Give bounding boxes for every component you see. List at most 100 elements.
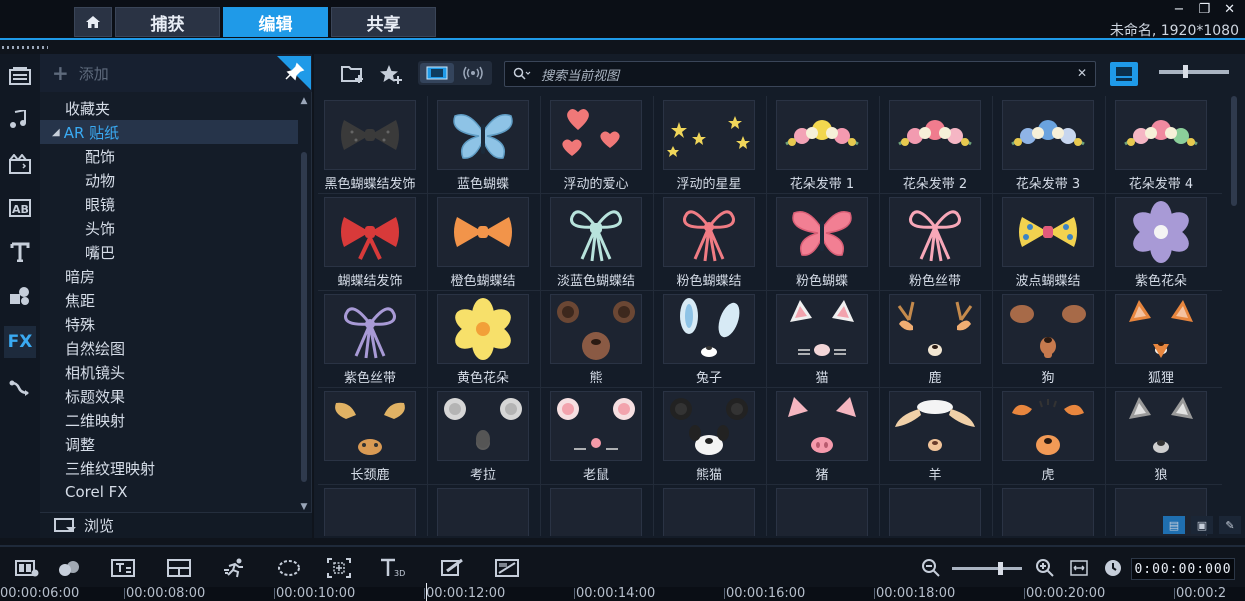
library-item[interactable]: 虎 [996, 387, 1109, 484]
playhead[interactable] [426, 583, 427, 601]
library-item[interactable]: 花朵发带 3 [996, 96, 1109, 193]
library-item[interactable]: 波点蝴蝶结 [996, 193, 1109, 290]
transition-button[interactable]: AB [4, 192, 36, 224]
library-item[interactable] [883, 484, 996, 536]
multicam-button[interactable] [56, 557, 82, 579]
library-item[interactable]: 橙色蝴蝶结 [431, 193, 544, 290]
category-item[interactable]: 头饰 [40, 216, 298, 240]
library-item[interactable]: 狐狸 [1109, 290, 1222, 387]
library-item[interactable]: 老鼠 [544, 387, 657, 484]
browse-button[interactable]: 浏览 [40, 512, 312, 538]
graphics-button[interactable] [4, 280, 36, 312]
category-item[interactable]: 动物 [40, 168, 298, 192]
scroll-down-icon[interactable]: ▼ [299, 502, 309, 512]
library-item[interactable] [431, 484, 544, 536]
pin-icon[interactable] [277, 56, 311, 90]
display-list-icon[interactable]: ▣ [1191, 516, 1213, 534]
title-editor-button[interactable] [110, 557, 136, 579]
library-scrollbar[interactable] [1230, 96, 1238, 536]
library-item[interactable]: 猪 [770, 387, 883, 484]
category-item[interactable]: 特殊 [40, 312, 298, 336]
slider-knob[interactable] [998, 562, 1003, 575]
scroll-up-icon[interactable]: ▲ [299, 96, 309, 106]
split-screen-button[interactable] [166, 557, 192, 579]
thumbnail-size-slider[interactable] [1159, 65, 1229, 78]
title-button[interactable] [4, 236, 36, 268]
minimize-button[interactable]: − [1174, 2, 1185, 17]
zoom-out-button[interactable] [920, 557, 942, 579]
display-clips-icon[interactable]: ▤ [1163, 516, 1185, 534]
category-item[interactable]: 嘴巴 [40, 240, 298, 264]
timeline-zoom-slider[interactable] [952, 562, 1022, 575]
library-item[interactable] [996, 484, 1109, 536]
library-item[interactable]: 狼 [1109, 387, 1222, 484]
library-item[interactable]: 熊猫 [657, 387, 770, 484]
home-button[interactable] [74, 7, 112, 37]
drag-handle[interactable] [2, 46, 48, 49]
video-filter-toggle[interactable] [420, 63, 454, 83]
category-item[interactable]: 标题效果 [40, 384, 298, 408]
audio-filter-toggle[interactable] [456, 63, 490, 83]
library-item[interactable]: 紫色丝带 [318, 290, 431, 387]
library-item[interactable] [318, 484, 431, 536]
mask-creator-button[interactable] [276, 557, 302, 579]
category-item[interactable]: 调整 [40, 432, 298, 456]
library-item[interactable]: 熊 [544, 290, 657, 387]
category-item[interactable]: ◢ AR 贴纸 [40, 120, 298, 144]
filter-button[interactable]: FX [4, 326, 36, 358]
tab-edit[interactable]: 编辑 [223, 7, 328, 37]
library-item[interactable]: 粉色蝴蝶结 [657, 193, 770, 290]
library-item[interactable]: 花朵发带 2 [883, 96, 996, 193]
project-duration-button[interactable] [1102, 557, 1124, 579]
zoom-in-button[interactable] [1034, 557, 1056, 579]
close-button[interactable]: ✕ [1224, 2, 1235, 17]
library-item[interactable]: 狗 [996, 290, 1109, 387]
library-item[interactable]: 羊 [883, 387, 996, 484]
pan-zoom-button[interactable] [326, 557, 352, 579]
timecode-display[interactable]: 0:00:00:000 [1131, 558, 1235, 580]
fit-timeline-button[interactable] [1068, 557, 1090, 579]
paint-designer-button[interactable] [440, 557, 466, 579]
path-button[interactable] [4, 372, 36, 404]
library-item[interactable]: 黑色蝴蝶结发饰 [318, 96, 431, 193]
tab-capture[interactable]: 捕获 [115, 7, 220, 37]
library-item[interactable]: 黄色花朵 [431, 290, 544, 387]
new-folder-button[interactable] [340, 61, 366, 87]
motion-tracking-button[interactable] [222, 557, 248, 579]
category-item[interactable]: 三维纹理映射 [40, 456, 298, 480]
edit-icon[interactable]: ✎ [1219, 516, 1241, 534]
category-item[interactable]: 相机镜头 [40, 360, 298, 384]
category-scrollbar[interactable]: ▲ ▼ [299, 96, 309, 512]
category-item[interactable]: 配饰 [40, 144, 298, 168]
category-item[interactable]: 焦距 [40, 288, 298, 312]
3d-title-button[interactable]: 3D [380, 557, 408, 579]
library-item[interactable]: 长颈鹿 [318, 387, 431, 484]
category-item[interactable]: 暗房 [40, 264, 298, 288]
library-item[interactable] [770, 484, 883, 536]
clear-search-icon[interactable]: ✕ [1077, 66, 1087, 80]
media-button[interactable] [4, 60, 36, 92]
scroll-thumb[interactable] [301, 152, 307, 482]
category-item[interactable]: 二维映射 [40, 408, 298, 432]
library-item[interactable]: 紫色花朵 [1109, 193, 1222, 290]
category-item[interactable]: 自然绘图 [40, 336, 298, 360]
library-item[interactable]: 浮动的星星 [657, 96, 770, 193]
add-category-button[interactable]: + 添加 [40, 54, 312, 92]
library-item[interactable]: 粉色蝴蝶 [770, 193, 883, 290]
slider-knob[interactable] [1183, 65, 1188, 78]
category-item[interactable]: Corel FX [40, 480, 298, 504]
category-item[interactable]: 收藏夹 [40, 96, 298, 120]
subtitle-button[interactable] [494, 557, 520, 579]
scroll-thumb[interactable] [1231, 96, 1237, 206]
expand-arrow-icon[interactable]: ◢ [52, 127, 60, 138]
maximize-button[interactable]: ❐ [1198, 2, 1210, 17]
tab-share[interactable]: 共享 [331, 7, 436, 37]
timeline-ruler[interactable]: 00:00:06:00 00:00:08:00 00:00:10:00 00:00:1… [0, 586, 1245, 601]
library-item[interactable] [657, 484, 770, 536]
library-item[interactable] [544, 484, 657, 536]
storyboard-view-button[interactable] [14, 557, 40, 579]
instant-project-button[interactable] [4, 148, 36, 180]
library-item[interactable]: 考拉 [431, 387, 544, 484]
library-item[interactable]: 鹿 [883, 290, 996, 387]
category-item[interactable]: 眼镜 [40, 192, 298, 216]
